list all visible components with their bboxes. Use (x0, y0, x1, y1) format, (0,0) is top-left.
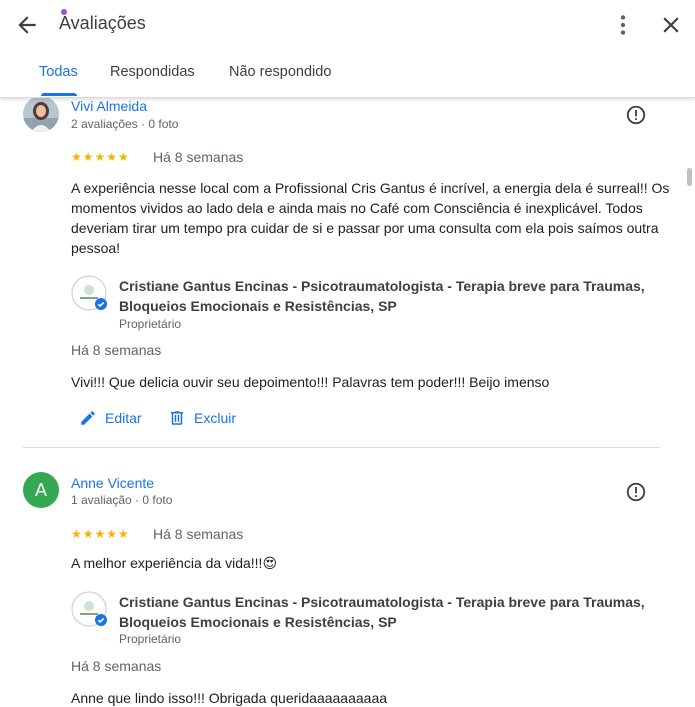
tab-todas[interactable]: Todas (39, 64, 78, 80)
review-text: A experiência nesse local com a Profissi… (71, 180, 670, 256)
reviewer-meta: 1 avaliação · 0 foto (71, 493, 173, 507)
review-text: A melhor experiência da vida!!!😍 (71, 555, 278, 571)
edit-label: Editar (105, 410, 142, 426)
page-title: Avaliações (59, 13, 146, 33)
divider (23, 447, 660, 448)
trash-icon (171, 411, 183, 425)
avatar[interactable]: A (23, 472, 59, 508)
owner-logo (71, 275, 107, 311)
reviews-header: Avaliações Todas Respondidas Não respond… (0, 0, 695, 98)
report-icon[interactable] (625, 481, 647, 503)
reviewer-name[interactable]: Anne Vicente (71, 475, 154, 491)
report-icon[interactable] (625, 104, 647, 126)
back-arrow-icon[interactable] (14, 12, 40, 38)
owner-role: Proprietário (119, 632, 182, 646)
delete-label: Excluir (194, 410, 237, 426)
tab-respondidas[interactable]: Respondidas (110, 64, 195, 80)
owner-name: Cristiane Gantus Encinas - Psicotraumato… (119, 278, 645, 314)
reviewer-name[interactable]: Vivi Almeida (71, 98, 147, 114)
delete-reply-button[interactable]: Excluir (168, 409, 236, 427)
owner-logo (71, 591, 107, 627)
review-date: Há 8 semanas (153, 149, 244, 165)
active-tab-indicator (41, 93, 77, 96)
close-icon[interactable] (658, 12, 684, 38)
owner-name: Cristiane Gantus Encinas - Psicotraumato… (119, 594, 645, 630)
edit-icon (81, 411, 95, 425)
star-rating: ★★★★★ (71, 527, 130, 541)
more-vert-icon[interactable] (610, 12, 636, 38)
review-date: Há 8 semanas (153, 526, 244, 542)
tab-nao-respondido[interactable]: Não respondido (229, 64, 331, 80)
owner-role: Proprietário (119, 317, 182, 331)
reply-text: Vivi!!! Que delicia ouvir seu depoimento… (71, 374, 550, 390)
reviewer-meta: 2 avaliações · 0 foto (71, 117, 179, 131)
reply-date: Há 8 semanas (71, 658, 162, 674)
scrollbar-thumb[interactable] (687, 168, 692, 186)
avatar[interactable] (23, 96, 59, 132)
star-rating: ★★★★★ (71, 150, 130, 164)
edit-reply-button[interactable]: Editar (79, 409, 142, 427)
reply-text: Anne que lindo isso!!! Obrigada queridaa… (71, 690, 388, 706)
reply-date: Há 8 semanas (71, 342, 162, 358)
